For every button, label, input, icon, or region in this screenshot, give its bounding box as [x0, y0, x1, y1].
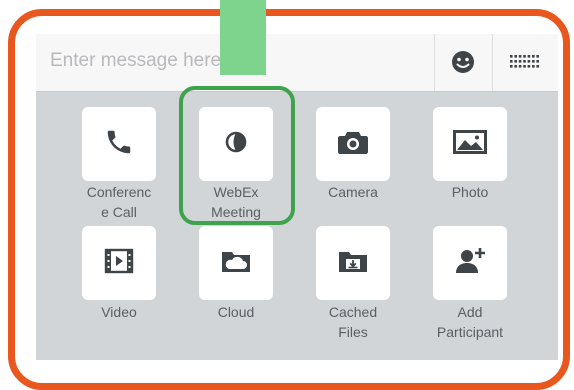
camera-button[interactable] — [316, 107, 390, 181]
camera-label: Camera — [328, 184, 378, 200]
divider — [492, 34, 493, 91]
add-participant-icon — [453, 245, 487, 282]
cloud-folder-icon — [219, 246, 253, 281]
conference-call-button[interactable] — [82, 107, 156, 181]
cloud-button[interactable] — [199, 226, 273, 300]
conference-call-label: Conferenc e Call — [86, 184, 152, 220]
annotation-pointer — [220, 0, 266, 75]
camera-icon — [336, 127, 370, 162]
cached-files-label: Cached Files — [328, 304, 378, 340]
phone-icon — [104, 127, 134, 162]
attachment-panel: Enter message here Conferenc e Call WebE… — [36, 34, 558, 360]
video-icon — [103, 246, 135, 281]
cached-files-icon — [336, 246, 370, 281]
cached-files-button[interactable] — [316, 226, 390, 300]
video-button[interactable] — [82, 226, 156, 300]
cloud-label: Cloud — [217, 304, 255, 320]
divider — [434, 34, 435, 91]
message-input[interactable]: Enter message here — [50, 50, 221, 72]
annotation-highlight — [179, 86, 295, 225]
add-participant-label: Add Participant — [436, 304, 504, 340]
photo-label: Photo — [451, 184, 489, 200]
add-participant-button[interactable] — [433, 226, 507, 300]
smiley-icon[interactable] — [448, 47, 478, 77]
video-label: Video — [101, 304, 137, 320]
photo-icon — [451, 127, 489, 162]
photo-button[interactable] — [433, 107, 507, 181]
keyboard-icon[interactable] — [506, 47, 544, 77]
message-composer: Enter message here — [36, 34, 558, 92]
